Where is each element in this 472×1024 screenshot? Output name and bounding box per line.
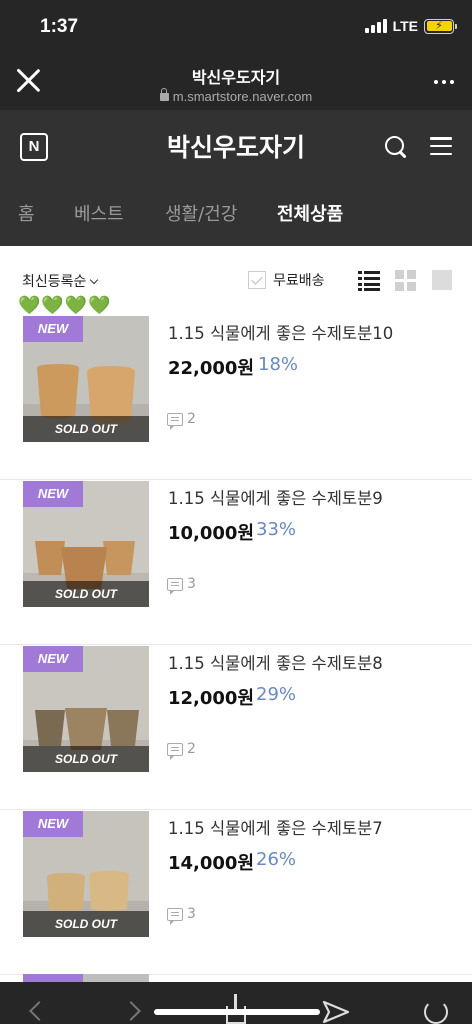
review-count-value: 2: [187, 741, 196, 757]
search-icon[interactable]: [384, 135, 408, 159]
review-count: 2: [167, 741, 196, 760]
new-badge: NEW: [23, 316, 83, 342]
status-indicators: LTE ⚡: [364, 18, 457, 34]
sort-label: 최신등록순: [22, 274, 87, 290]
browser-bar: 박신우도자기 m.smartstore.naver.com: [0, 56, 472, 110]
sold-out-label: SOLD OUT: [23, 746, 149, 772]
browser-title: 박신우도자기: [191, 68, 281, 87]
browser-url: m.smartstore.naver.com: [0, 88, 472, 104]
tab-living-health[interactable]: 생활/건강: [165, 200, 237, 226]
discount-rate: 18%: [258, 354, 299, 375]
comment-icon: [167, 577, 183, 595]
comment-icon: [167, 742, 183, 760]
battery-icon: ⚡: [424, 18, 457, 34]
review-count: 3: [167, 576, 196, 595]
tab-home[interactable]: 홈: [18, 200, 35, 226]
review-count-value: 3: [187, 576, 196, 592]
product-price: 14,000원: [168, 853, 255, 874]
grid-view-icon[interactable]: [395, 270, 416, 291]
back-arrow-icon[interactable]: [29, 1001, 49, 1021]
send-icon[interactable]: [322, 1000, 350, 1024]
sold-out-label: SOLD OUT: [23, 911, 149, 937]
product-price: 10,000원: [168, 523, 255, 544]
url-text: m.smartstore.naver.com: [172, 89, 313, 104]
free-shipping-filter[interactable]: 무료배송: [248, 270, 325, 290]
single-view-icon[interactable]: [432, 270, 452, 290]
discount-rate: 26%: [256, 849, 297, 870]
new-badge: NEW: [23, 646, 83, 672]
category-tabs: 홈 베스트 생활/건강 전체상품: [0, 200, 472, 234]
status-bar: 1:37 LTE ⚡: [0, 0, 472, 56]
product-name[interactable]: 1.15 식물에게 좋은 수제토분8: [168, 650, 383, 674]
product-thumbnail[interactable]: NEW SOLD OUT: [23, 316, 149, 442]
list-view-icon[interactable]: [358, 271, 380, 291]
free-shipping-checkbox[interactable]: [248, 271, 266, 289]
lock-icon: [159, 88, 169, 101]
product-name[interactable]: 1.15 식물에게 좋은 수제토분7: [168, 815, 383, 839]
chevron-down-icon: [90, 275, 99, 285]
more-options-icon[interactable]: [434, 80, 454, 84]
comment-icon: [167, 412, 183, 430]
signal-icon: [364, 19, 387, 33]
review-count: 3: [167, 906, 196, 925]
browser-toolbar: [0, 982, 472, 1024]
product-name[interactable]: 1.15 식물에게 좋은 수제토분9: [168, 485, 383, 509]
sold-out-label: SOLD OUT: [23, 416, 149, 442]
green-hearts-emoji: 💚💚💚💚: [18, 295, 112, 316]
product-item[interactable]: NEW SOLD OUT 1.15 식물에게 좋은 수제토분9 10,000원 …: [0, 481, 472, 645]
new-badge: NEW: [23, 481, 83, 507]
store-header: N 박신우도자기 홈 베스트 생활/건강 전체상품: [0, 110, 472, 246]
product-item[interactable]: NEW SOLD OUT 1.15 식물에게 좋은 수제토분7 14,000원 …: [0, 811, 472, 975]
tab-best[interactable]: 베스트: [74, 200, 124, 226]
sold-out-label: SOLD OUT: [23, 581, 149, 607]
discount-rate: 29%: [256, 684, 297, 705]
review-count-value: 2: [187, 411, 196, 427]
product-price: 22,000원: [168, 358, 255, 379]
discount-rate: 33%: [256, 519, 297, 540]
product-thumbnail[interactable]: NEW SOLD OUT: [23, 646, 149, 772]
status-time: 1:37: [40, 16, 79, 37]
product-price: 12,000원: [168, 688, 255, 709]
network-type: LTE: [392, 18, 418, 34]
refresh-icon[interactable]: [424, 1000, 448, 1024]
free-shipping-label: 무료배송: [273, 273, 325, 289]
comment-icon: [167, 907, 183, 925]
tab-all-products[interactable]: 전체상품: [277, 200, 343, 226]
review-count: 2: [167, 411, 196, 430]
product-thumbnail[interactable]: NEW SOLD OUT: [23, 481, 149, 607]
product-name[interactable]: 1.15 식물에게 좋은 수제토분10: [168, 320, 393, 344]
forward-arrow-icon[interactable]: [121, 1001, 141, 1021]
home-indicator: [154, 1009, 320, 1015]
sort-dropdown[interactable]: 최신등록순: [22, 271, 99, 291]
review-count-value: 3: [187, 906, 196, 922]
product-item[interactable]: NEW SOLD OUT 1.15 식물에게 좋은 수제토분10 22,000원…: [0, 316, 472, 480]
product-thumbnail[interactable]: NEW SOLD OUT: [23, 811, 149, 937]
filter-row: 최신등록순 💚💚💚💚 무료배송: [0, 246, 472, 316]
hamburger-menu-icon[interactable]: [430, 137, 452, 155]
product-item[interactable]: NEW SOLD OUT 1.15 식물에게 좋은 수제토분8 12,000원 …: [0, 646, 472, 810]
new-badge: NEW: [23, 811, 83, 837]
